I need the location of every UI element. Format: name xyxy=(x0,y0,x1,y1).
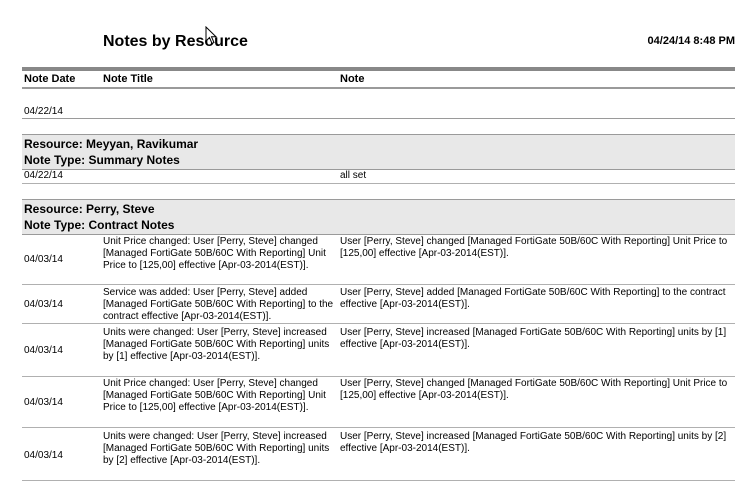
group-header: Resource: Perry, Steve Note Type: Contra… xyxy=(22,199,735,235)
row-title: Units were changed: User [Perry, Steve] … xyxy=(103,327,330,362)
row-note: User [Perry, Steve] changed [Managed For… xyxy=(340,236,728,259)
table-row: 04/03/14 Units were changed: User [Perry… xyxy=(22,324,735,377)
row-note: User [Perry, Steve] changed [Managed For… xyxy=(340,378,728,401)
row-title: Units were changed: User [Perry, Steve] … xyxy=(103,431,330,466)
column-header-title: Note Title xyxy=(103,73,153,85)
row-date: 04/03/14 xyxy=(24,345,63,356)
report-timestamp: 04/24/14 8:48 PM xyxy=(647,35,735,47)
header-rule-top xyxy=(22,67,735,71)
row-note: User [Perry, Steve] added [Managed Forti… xyxy=(340,287,726,310)
mouse-cursor-icon xyxy=(205,26,218,45)
row-date: 04/03/14 xyxy=(24,299,63,310)
row-title: Unit Price changed: User [Perry, Steve] … xyxy=(103,378,326,413)
row-note: User [Perry, Steve] increased [Managed F… xyxy=(340,327,727,350)
group-note-type-label: Note Type: Summary Notes xyxy=(24,153,180,167)
table-row: 04/03/14 Service was added: User [Perry,… xyxy=(22,285,735,324)
row-title: Unit Price changed: User [Perry, Steve] … xyxy=(103,236,326,271)
row-date: 04/03/14 xyxy=(24,450,63,461)
group-resource-label: Resource: Meyyan, Ravikumar xyxy=(24,137,199,151)
group-note-type-label: Note Type: Contract Notes xyxy=(24,218,175,232)
table-row: 04/03/14 Unit Price changed: User [Perry… xyxy=(22,235,735,285)
group-header: Resource: Meyyan, Ravikumar Note Type: S… xyxy=(22,134,735,170)
column-header-date: Note Date xyxy=(24,73,76,85)
row-note: User [Perry, Steve] increased [Managed F… xyxy=(340,431,727,454)
table-row: 04/22/14 all set xyxy=(22,169,735,184)
group-resource-label: Resource: Perry, Steve xyxy=(24,202,155,216)
report-title: Notes by Resource xyxy=(103,33,248,50)
row-date: 04/03/14 xyxy=(24,397,63,408)
table-row: 04/03/14 Units were changed: User [Perry… xyxy=(22,428,735,481)
table-row: 04/03/14 Unit Price changed: User [Perry… xyxy=(22,377,735,428)
row-date: 04/03/14 xyxy=(24,254,63,265)
column-header-note: Note xyxy=(340,73,365,85)
row-title: Service was added: User [Perry, Steve] a… xyxy=(103,287,334,322)
row-date: 04/22/14 xyxy=(24,170,63,181)
row-divider xyxy=(22,118,735,119)
orphan-row-date: 04/22/14 xyxy=(24,106,63,117)
header-rule-bottom xyxy=(22,87,735,89)
row-note: all set xyxy=(340,170,367,181)
